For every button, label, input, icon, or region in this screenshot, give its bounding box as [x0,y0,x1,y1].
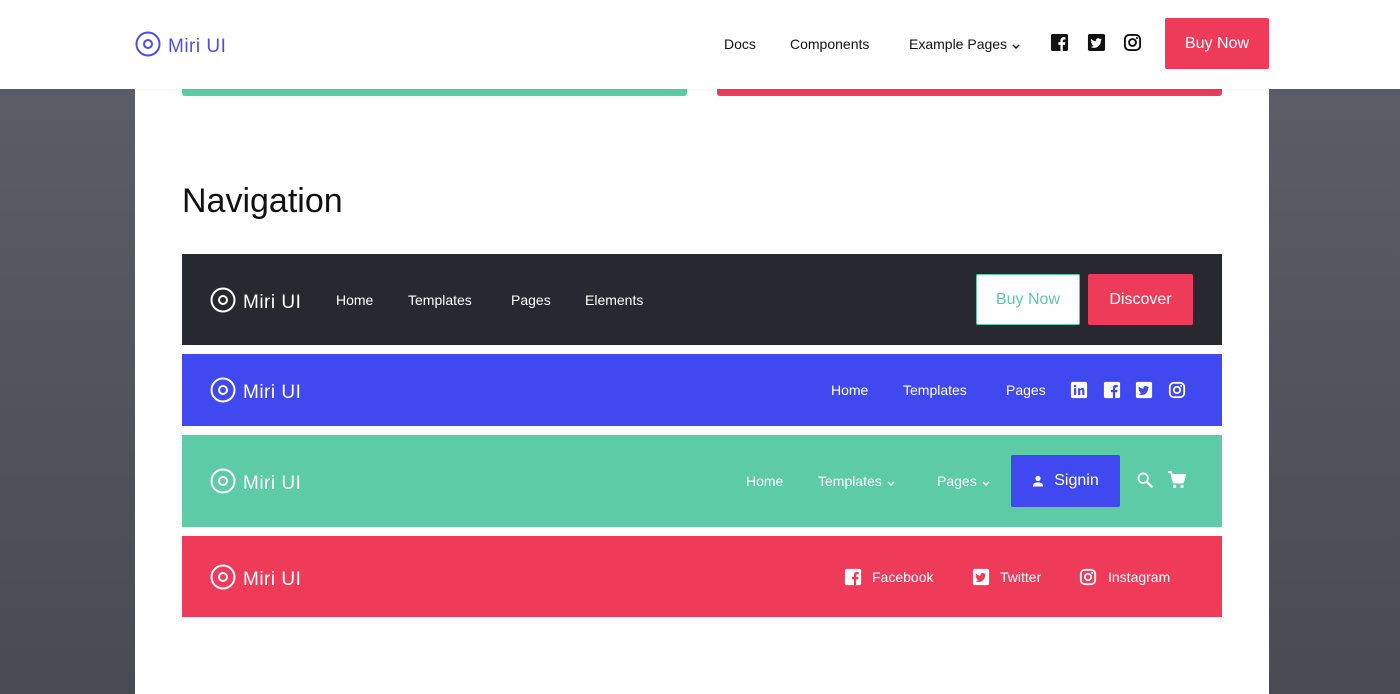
navbar-green-signin-button[interactable]: Signin [1011,455,1120,507]
navbar-dark-discover-button[interactable]: Discover [1088,274,1193,325]
navbar-dark-templates[interactable]: Templates [408,292,472,308]
linkedin-icon[interactable] [1070,381,1088,399]
signin-label: Signin [1054,472,1099,489]
navbar-blue-pages[interactable]: Pages [1006,382,1046,398]
target-circle-icon [135,31,161,63]
twitter-icon[interactable] [1087,33,1106,52]
nav-example-pages-label: Example Pages [909,36,1008,52]
navbar-dark-elements[interactable]: Elements [585,292,643,308]
brand-name: Miri UI [243,382,302,403]
navbar-red-twitter-link[interactable]: Twitter [1000,569,1041,585]
chevron-down-icon [1012,37,1020,53]
navbar-dark-pages[interactable]: Pages [511,292,551,308]
target-circle-icon [210,377,236,409]
navbar-dark-brand[interactable]: Miri UI [210,287,301,319]
navbar-blue: Miri UI Home Templates Pages [182,354,1222,426]
navbar-dark-home[interactable]: Home [336,292,373,308]
navbar-dark-buy-now-button[interactable]: Buy Now [976,274,1080,325]
nav-docs[interactable]: Docs [724,36,756,52]
user-icon [1033,475,1044,487]
facebook-icon[interactable] [1050,33,1069,52]
chevron-down-icon [982,474,990,490]
navbar-red: Miri UI Facebook Twitter Instagram [182,536,1222,617]
header-buy-now-button[interactable]: Buy Now [1165,18,1269,69]
brand-name: Miri UI [243,569,302,590]
twitter-icon[interactable] [972,568,990,586]
header-brand[interactable]: Miri UI [135,31,226,63]
site-header: Miri UI Docs Components Example Pages Bu… [0,0,1400,89]
instagram-icon[interactable] [1079,568,1097,586]
brand-name: Miri UI [243,473,302,494]
facebook-icon[interactable] [1103,381,1121,399]
navbar-green-pages-label: Pages [937,473,977,489]
navbar-green-home[interactable]: Home [746,473,783,489]
navbar-dark: Miri UI Home Templates Pages Elements Bu… [182,254,1222,345]
brand-name: Miri UI [243,292,302,313]
navbar-blue-templates[interactable]: Templates [903,382,967,398]
section-title: Navigation [182,182,343,220]
navbar-red-instagram-link[interactable]: Instagram [1108,569,1170,585]
search-icon[interactable] [1136,471,1154,489]
navbar-green-templates[interactable]: Templates [818,473,895,490]
target-circle-icon [210,564,236,596]
brand-name: Miri UI [168,36,227,57]
chevron-down-icon [887,474,895,490]
target-circle-icon [210,468,236,500]
twitter-icon[interactable] [1135,381,1153,399]
navbar-blue-home[interactable]: Home [831,382,868,398]
cart-icon[interactable] [1167,470,1187,490]
red-strip [717,89,1222,96]
navbar-green-templates-label: Templates [818,473,882,489]
navbar-green-pages[interactable]: Pages [937,473,990,490]
green-strip [182,89,687,96]
navbar-red-brand[interactable]: Miri UI [210,564,301,596]
navbar-green: Miri UI Home Templates Pages Signin [182,435,1222,527]
navbar-blue-brand[interactable]: Miri UI [210,377,301,409]
instagram-icon[interactable] [1123,33,1142,52]
target-circle-icon [210,287,236,319]
facebook-icon[interactable] [844,568,862,586]
instagram-icon[interactable] [1168,381,1186,399]
nav-example-pages[interactable]: Example Pages [909,36,1020,53]
navbar-red-facebook-link[interactable]: Facebook [872,569,933,585]
navbar-green-brand[interactable]: Miri UI [210,468,301,500]
nav-components[interactable]: Components [790,36,869,52]
